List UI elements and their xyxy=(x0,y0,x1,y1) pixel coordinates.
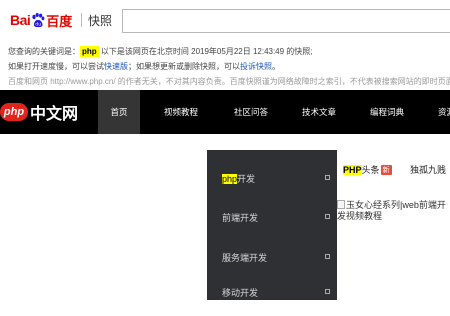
square-arrow-icon xyxy=(325,254,330,259)
snapshot-info: 您查询的关键词是： php 以下是该网页在北京时间 2019年05月22日 12:… xyxy=(0,40,450,90)
nav-dictionary[interactable]: 编程词典 xyxy=(356,90,418,134)
snapshot-time-text: 以下是该网页在北京时间 2019年05月22日 12:43:49 的快照; xyxy=(100,47,313,56)
help-end: 。 xyxy=(272,62,280,71)
category-item-backend[interactable]: 服务端开发 xyxy=(207,236,337,276)
nav-resources[interactable]: 资源 xyxy=(424,90,450,134)
broken-image-icon xyxy=(337,200,345,209)
tab-php-headlines[interactable]: PHP头条新 xyxy=(343,165,392,175)
nav-video-tutorials[interactable]: 视频教程 xyxy=(150,90,212,134)
php-logo-badge: php xyxy=(0,103,28,121)
search-input[interactable] xyxy=(122,9,450,33)
snapshot-keyword-line: 您查询的关键词是： php 以下是该网页在北京时间 2019年05月22日 12:… xyxy=(8,46,313,57)
square-arrow-icon xyxy=(325,214,330,219)
baidu-logo-word: 百度 xyxy=(46,13,73,29)
nav-tech-articles[interactable]: 技术文章 xyxy=(288,90,350,134)
header-divider xyxy=(81,13,82,27)
baidu-logo-bai: Bai xyxy=(10,12,31,28)
snapshot-label: 快照 xyxy=(88,14,113,28)
category-label: 移动开发 xyxy=(222,288,259,298)
svg-text:du: du xyxy=(36,21,42,27)
category-dropdown: php开发 前端开发 服务端开发 移动开发 xyxy=(207,150,337,300)
baidu-snapshot-header: Bai du 百度 快照 xyxy=(0,0,450,40)
help-prefix: 如果打开速度慢，可以尝试 xyxy=(8,62,104,71)
square-arrow-icon xyxy=(325,289,330,294)
news-tabs: PHP头条新 独孤九贱 xyxy=(343,163,446,176)
paw-icon: du xyxy=(32,12,45,27)
fast-version-link[interactable]: 快速版 xyxy=(104,62,128,71)
article-link[interactable]: 玉女心经系列|web前端开发视频教程 xyxy=(337,200,450,222)
category-label: 服务端开发 xyxy=(222,253,268,263)
category-label: 前端开发 xyxy=(222,213,259,223)
category-item-mobile[interactable]: 移动开发 xyxy=(207,276,337,316)
baidu-logo[interactable]: Bai du 百度 xyxy=(10,9,72,31)
nav-home[interactable]: 首页 xyxy=(98,90,140,134)
snapshot-help-line: 如果打开速度慢，可以尝试快速版；如果想更新或删除快照，可以投诉快照。 xyxy=(8,61,280,72)
article-title: 玉女心经系列|web前端开发视频教程 xyxy=(337,200,446,221)
tab-dugu-jiujian[interactable]: 独孤九贱 xyxy=(410,165,446,175)
nav-community-qa[interactable]: 社区问答 xyxy=(220,90,282,134)
category-item-frontend[interactable]: 前端开发 xyxy=(207,196,337,236)
help-middle: ；如果想更新或删除快照，可以 xyxy=(128,62,240,71)
php-cn-logo[interactable]: php 中文网 xyxy=(0,99,78,125)
report-snapshot-link[interactable]: 投诉快照 xyxy=(240,62,272,71)
php-logo-text: 中文网 xyxy=(30,106,79,123)
square-arrow-icon xyxy=(325,175,330,180)
disclaimer-text: 百度和网页 http://www.php.cn/ 的作者无关，不对其内容负责。百… xyxy=(8,77,450,86)
keyword-highlight: php xyxy=(80,46,99,57)
site-navbar: php 中文网 首页 视频教程 社区问答 技术文章 编程词典 资源 xyxy=(0,90,450,134)
keyword-prefix: 您查询的关键词是： xyxy=(8,47,80,56)
category-item-php[interactable]: php开发 xyxy=(207,156,337,196)
new-badge: 新 xyxy=(380,165,392,175)
category-label: php开发 xyxy=(222,174,256,184)
